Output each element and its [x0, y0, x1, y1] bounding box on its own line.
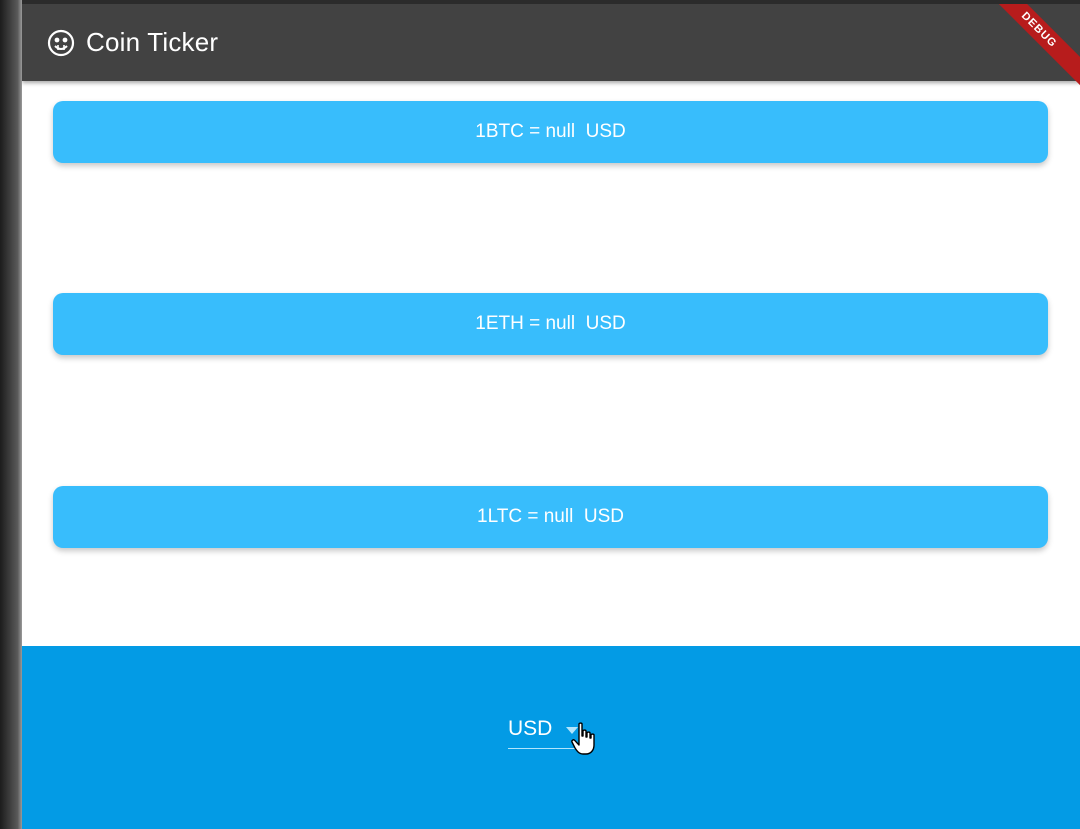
desktop-edge	[0, 0, 22, 829]
rate-card-btc: 1BTC = null USD	[53, 101, 1048, 163]
dropdown-underline	[508, 748, 580, 749]
currency-picker-bar: USD	[22, 646, 1080, 829]
coin-icon	[46, 28, 76, 58]
hand-pointer-icon	[571, 722, 597, 756]
app-title: Coin Ticker	[86, 27, 219, 57]
currency-dropdown-value: USD	[508, 717, 553, 740]
rates-list: 1BTC = null USD 1ETH = null USD 1LTC = n…	[22, 81, 1080, 646]
rate-card-eth: 1ETH = null USD	[53, 293, 1048, 355]
app-window: Coin Ticker DEBUG 1BTC = null USD 1ETH =…	[22, 4, 1080, 829]
currency-dropdown[interactable]: USD	[508, 713, 580, 749]
app-bar: Coin Ticker	[22, 4, 1080, 81]
rate-card-ltc: 1LTC = null USD	[53, 486, 1048, 548]
